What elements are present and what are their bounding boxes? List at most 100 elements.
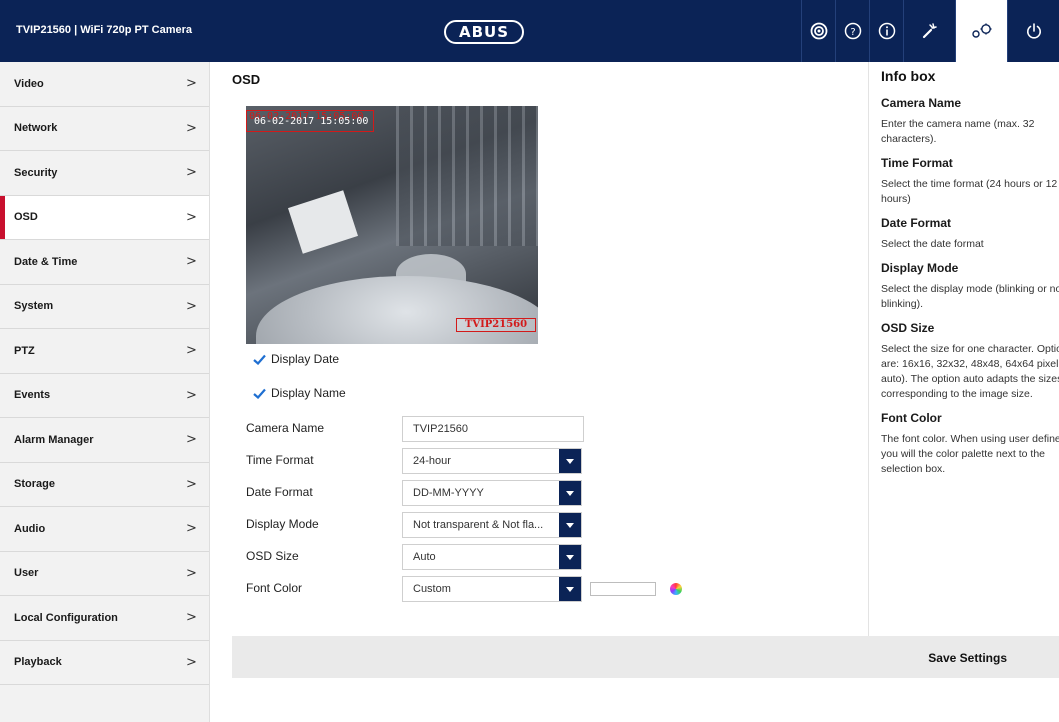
chevron-right-icon: > [186,654,197,670]
date-format-label: Date Format [246,485,313,499]
page-title: OSD [232,72,261,87]
font-color-row: Font Color Custom [246,576,696,607]
osd-size-label: OSD Size [246,549,299,563]
chevron-down-icon[interactable] [559,577,581,601]
info-text: Select the display mode (blinking or non… [881,283,1059,310]
chevron-down-icon[interactable] [559,545,581,569]
chevron-down-icon[interactable] [559,449,581,473]
time-format-label: Time Format [246,453,314,467]
sidebar-item-security[interactable]: Security > [0,151,209,196]
info-text: Select the time format (24 hours or 12 h… [881,178,1058,205]
chevron-right-icon: > [186,254,197,270]
color-palette-icon[interactable] [670,583,682,595]
sidebar-item-label: Playback [14,656,62,669]
info-box: Info box Camera Name Enter the camera na… [868,62,1059,636]
sidebar-item-user[interactable]: User > [0,552,209,596]
chevron-right-icon: > [186,343,197,359]
top-toolbar: ? [801,0,1059,62]
sidebar-item-label: Events [14,389,51,402]
font-color-label: Font Color [246,581,303,595]
sidebar-item-events[interactable]: Events > [0,374,209,418]
chevron-right-icon: > [186,209,197,225]
name-overlay-box[interactable]: TVIP21560 [456,318,536,332]
time-format-select[interactable]: 24-hour [402,448,582,474]
chevron-right-icon: > [186,120,197,136]
sidebar-item-label: PTZ [14,344,35,357]
chevron-down-icon[interactable] [559,481,581,505]
sidebar-item-label: Alarm Manager [14,433,94,446]
display-mode-label: Display Mode [246,517,319,531]
svg-text:?: ? [850,27,855,38]
chevron-right-icon: > [186,76,197,92]
display-date-label: Display Date [271,352,340,366]
sidebar-item-label: Audio [14,522,46,535]
info-heading: OSD Size [881,321,935,335]
sidebar-item-video[interactable]: Video > [0,62,209,107]
wrench-icon[interactable] [903,0,955,62]
chevron-right-icon: > [186,565,197,581]
checkmark-icon [252,386,266,400]
info-text: The font color. When using user defined,… [881,433,1059,475]
sidebar-item-label: Security [14,166,58,179]
sidebar-item-ptz[interactable]: PTZ > [0,329,209,374]
sidebar-item-storage[interactable]: Storage > [0,463,209,507]
sidebar-item-local-configuration[interactable]: Local Configuration > [0,596,209,641]
display-name-label: Display Name [271,386,346,400]
color-swatch[interactable] [590,582,656,596]
info-heading: Camera Name [881,96,962,110]
display-mode-select[interactable]: Not transparent & Not fla... [402,512,582,538]
sidebar-item-system[interactable]: System > [0,285,209,329]
display-date-checkbox[interactable]: Display Date [252,352,339,366]
chevron-right-icon: > [186,610,197,626]
timestamp-overlay: 06-02-2017 15:05:00 [254,116,369,127]
brand-logo: ABUS [444,20,524,44]
display-mode-value: Not transparent & Not fla... [413,519,544,531]
display-name-checkbox[interactable]: Display Name [252,386,346,400]
sidebar-item-label: System [14,300,54,313]
info-icon[interactable] [869,0,903,62]
font-color-select[interactable]: Custom [402,576,582,602]
time-format-value: 24-hour [413,455,451,467]
chevron-right-icon: > [186,521,197,537]
top-bar: TVIP21560 | WiFi 720p PT Camera ABUS ? [0,0,1059,62]
date-format-value: DD-MM-YYYY [413,487,484,499]
live-view-icon[interactable] [801,0,835,62]
info-heading: Date Format [881,216,952,230]
osd-size-select[interactable]: Auto [402,544,582,570]
help-icon[interactable]: ? [835,0,869,62]
info-text: Select the date format [881,238,984,250]
sidebar-item-network[interactable]: Network > [0,107,209,151]
camera-name-input[interactable]: TVIP21560 [402,416,584,442]
info-text: Select the size for one character. Optio… [881,343,1059,400]
info-text: Enter the camera name (max. 32 character… [881,118,1035,145]
chevron-right-icon: > [186,432,197,448]
chevron-right-icon: > [186,476,197,492]
sidebar-item-audio[interactable]: Audio > [0,507,209,552]
font-color-value: Custom [413,583,451,595]
sidebar-item-alarm-manager[interactable]: Alarm Manager > [0,418,209,463]
power-icon[interactable] [1007,0,1059,62]
info-heading: Time Format [881,156,953,170]
sidebar-item-playback[interactable]: Playback > [0,641,209,685]
chevron-down-icon[interactable] [559,513,581,537]
sidebar-item-label: Video [14,77,44,90]
chevron-right-icon: > [186,387,197,403]
save-settings-button[interactable]: Save Settings [928,651,1007,665]
settings-icon[interactable] [955,0,1007,62]
camera-name-label: Camera Name [246,421,325,435]
device-title: TVIP21560 | WiFi 720p PT Camera [16,24,192,36]
camera-preview: 06-02-2017 15:05:00 06-02-2017 15:05:00 … [246,106,538,344]
sidebar-item-label: Date & Time [14,255,78,268]
sidebar-item-label: OSD [14,211,38,224]
sidebar-item-date-time[interactable]: Date & Time > [0,240,209,285]
sidebar-item-label: Local Configuration [14,611,118,624]
date-format-select[interactable]: DD-MM-YYYY [402,480,582,506]
info-box-title: Info box [881,68,936,84]
sidebar: Video > Network > Security > OSD > Date & Ti… [0,62,210,722]
info-heading: Display Mode [881,261,959,275]
sidebar-item-osd[interactable]: OSD > [0,195,209,240]
chevron-right-icon: > [186,165,197,181]
checkmark-icon [252,352,266,366]
time-format-row: Time Format 24-hour [246,448,696,479]
sidebar-item-label: Network [14,122,58,135]
